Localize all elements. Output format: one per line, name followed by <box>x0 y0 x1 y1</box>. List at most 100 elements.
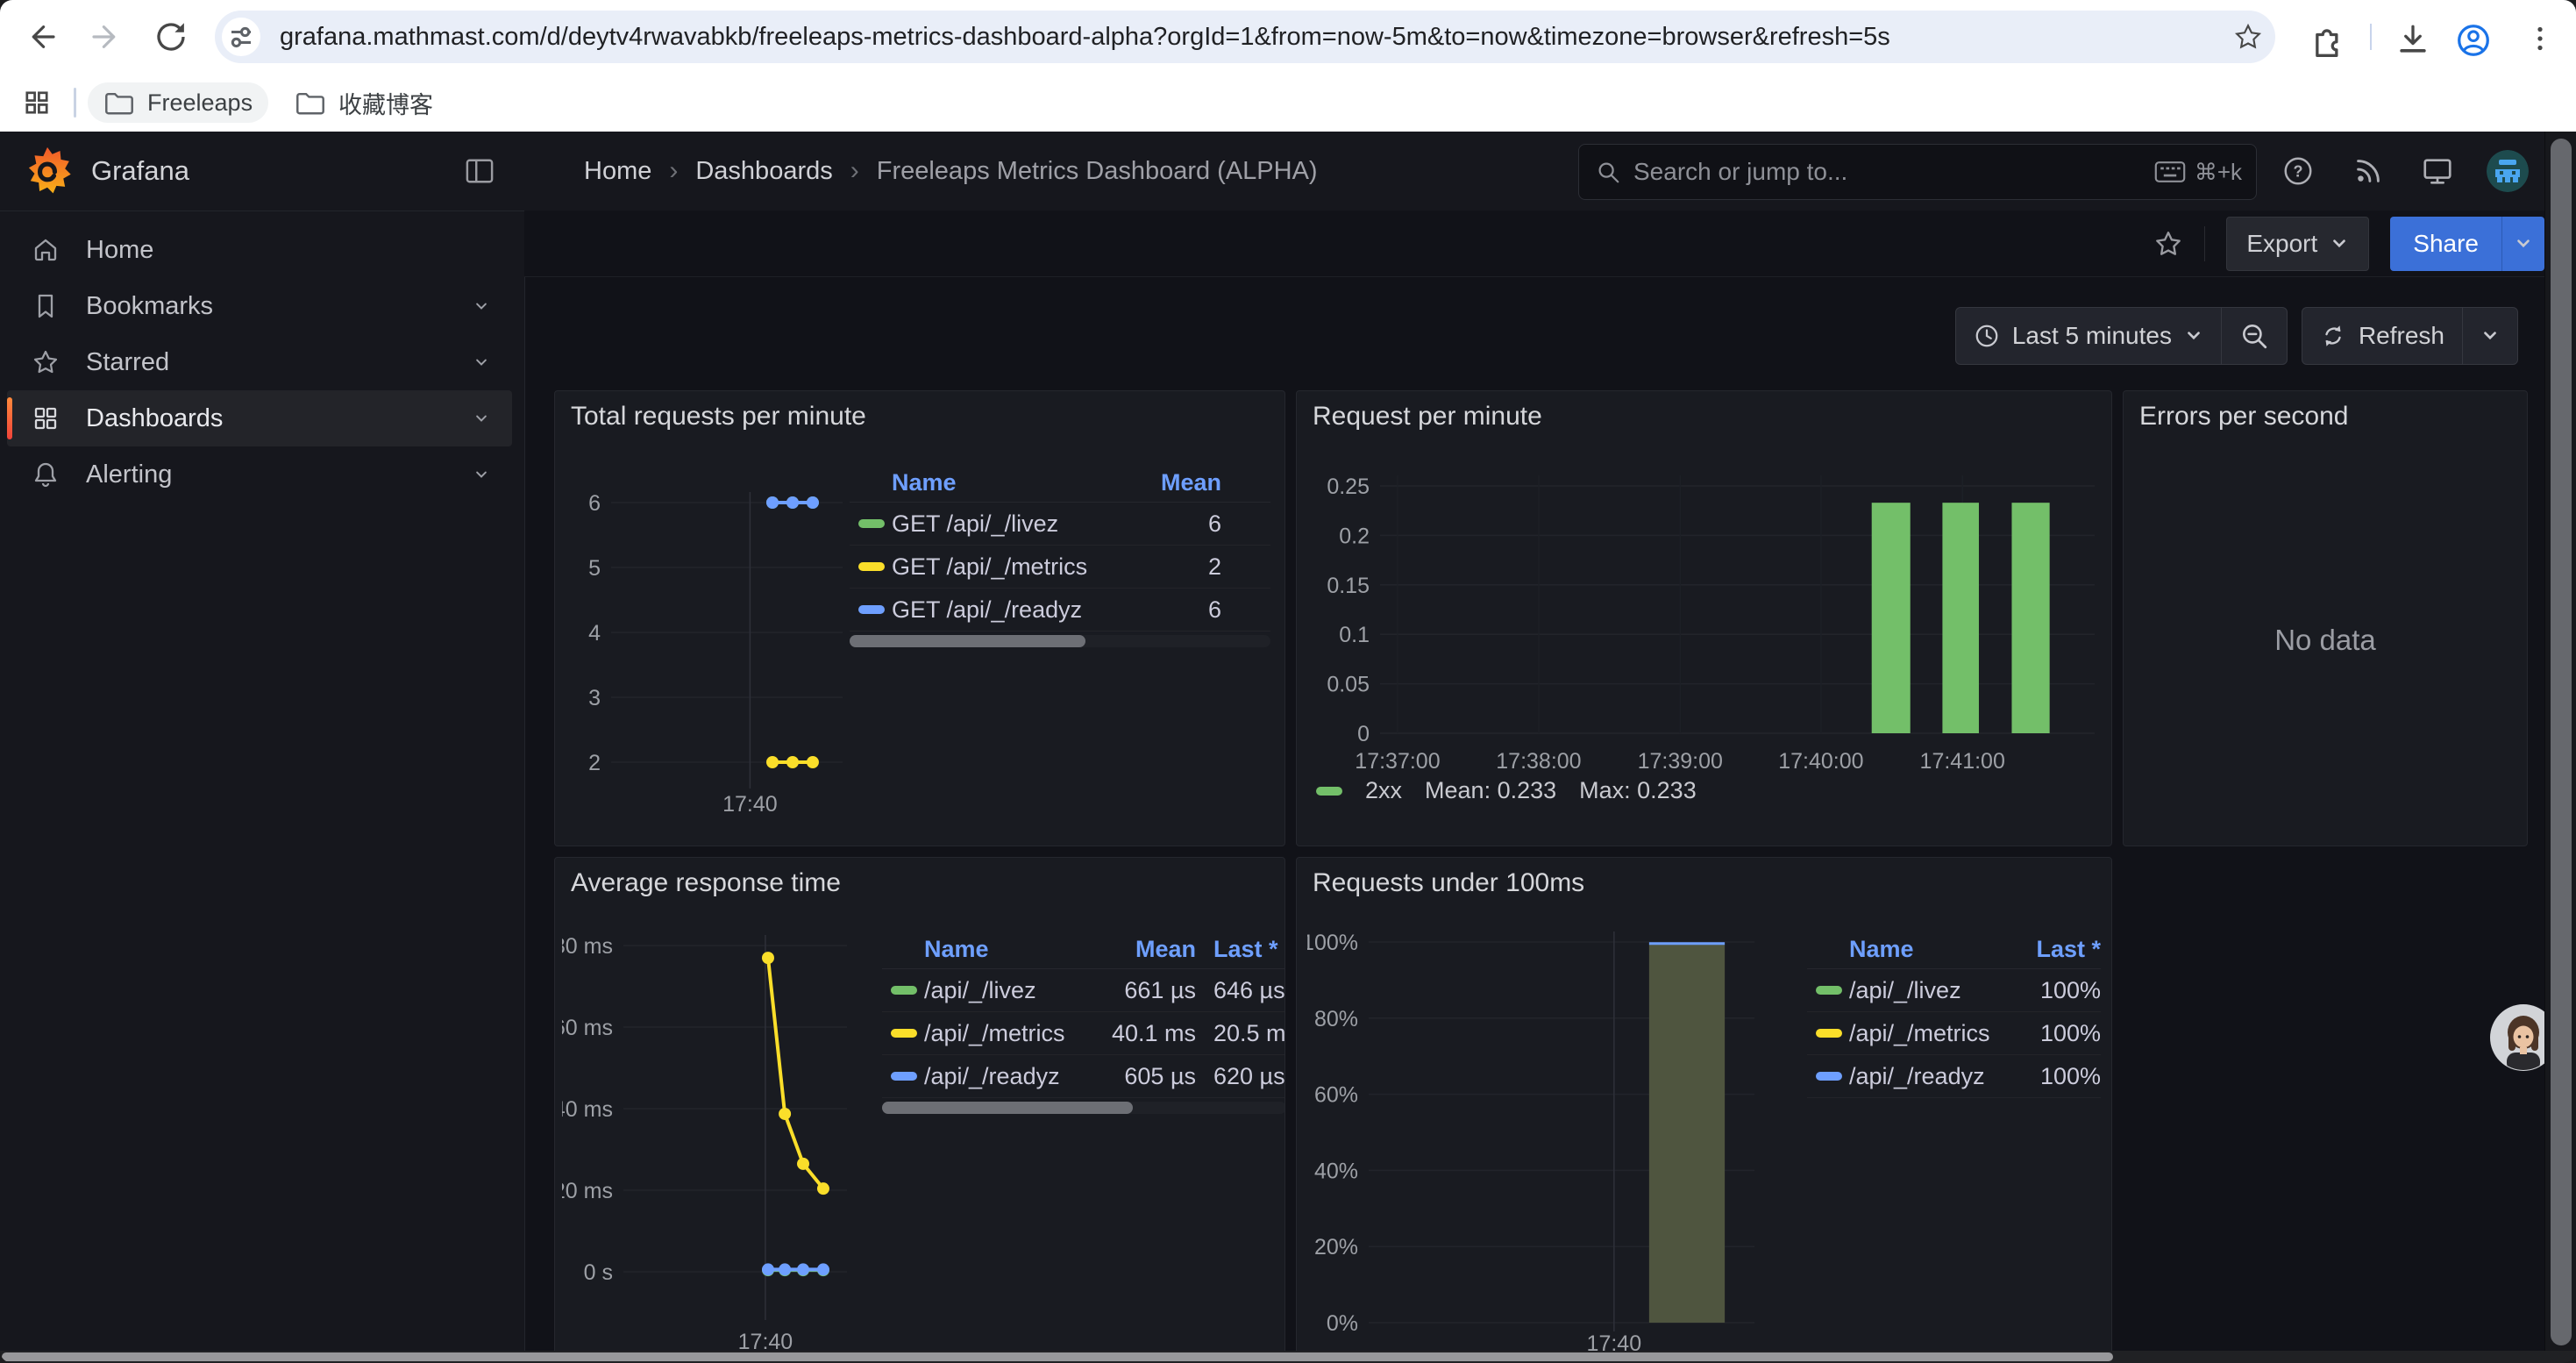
col-mean[interactable]: Mean <box>1116 469 1221 496</box>
scrollbar-thumb[interactable] <box>882 1102 1133 1114</box>
forward-icon[interactable] <box>88 18 125 55</box>
profile-icon[interactable] <box>2453 20 2494 61</box>
bookmark-folder-blogs[interactable]: 收藏博客 <box>279 82 449 123</box>
scrollbar-thumb[interactable] <box>850 635 1085 647</box>
sidebar-item-alerting[interactable]: Alerting <box>7 446 512 503</box>
col-name[interactable]: Name <box>1849 936 2004 963</box>
series-color-pill[interactable] <box>858 605 885 614</box>
bookmark-icon <box>32 292 60 320</box>
search-shortcut: ⌘+k <box>2154 159 2242 186</box>
legend-hscrollbar[interactable] <box>882 1102 1285 1114</box>
series-name[interactable]: /api/_/metrics <box>924 1020 1082 1047</box>
series-last: 620 µs <box>1213 1063 1285 1090</box>
series-color-pill[interactable] <box>858 562 885 571</box>
sidebar-item-home[interactable]: Home <box>7 222 512 278</box>
dock-sidebar-icon[interactable] <box>465 157 495 185</box>
svg-text:6: 6 <box>588 491 601 516</box>
share-button[interactable]: Share <box>2390 217 2501 271</box>
apps-grid-icon[interactable] <box>23 89 51 117</box>
bookmark-folder-freeleaps[interactable]: Freeleaps <box>88 82 268 123</box>
series-color-pill[interactable] <box>1316 787 1342 796</box>
series-name[interactable]: /api/_/metrics <box>1849 1020 2004 1047</box>
refresh-interval-button[interactable] <box>2462 308 2517 364</box>
bookmarks-bar: Freeleaps 收藏博客 <box>0 74 2576 132</box>
star-icon <box>32 348 60 376</box>
panel-title[interactable]: Requests under 100ms <box>1313 868 1584 898</box>
series-color-pill[interactable] <box>858 519 885 528</box>
series-color-pill[interactable] <box>891 1029 917 1038</box>
help-icon[interactable]: ? <box>2281 154 2315 188</box>
series-name[interactable]: GET /api/_/readyz <box>892 596 1116 624</box>
url-bar[interactable]: grafana.mathmast.com/d/deytv4rwavabkb/fr… <box>215 11 2275 63</box>
site-settings-icon[interactable] <box>222 18 260 56</box>
time-range-picker[interactable]: Last 5 minutes <box>1956 308 2221 364</box>
series-name[interactable]: 2xx <box>1365 777 1402 804</box>
series-name[interactable]: /api/_/readyz <box>924 1063 1082 1090</box>
news-rss-icon[interactable] <box>2352 154 2385 188</box>
scrollbar-thumb[interactable] <box>2551 139 2572 1345</box>
series-name[interactable]: /api/_/livez <box>924 977 1082 1004</box>
sidebar-item-starred[interactable]: Starred <box>7 334 512 390</box>
panel-title[interactable]: Request per minute <box>1313 402 1542 432</box>
brand-name[interactable]: Grafana <box>91 132 189 211</box>
vertical-scrollbar[interactable] <box>2544 132 2576 1351</box>
breadcrumb-home[interactable]: Home <box>584 157 651 186</box>
user-avatar[interactable] <box>2487 150 2529 192</box>
panel-title[interactable]: Average response time <box>571 868 841 898</box>
legend-hscrollbar[interactable] <box>850 635 1270 647</box>
reload-icon[interactable] <box>153 18 189 55</box>
col-last[interactable]: Last * <box>2004 936 2101 963</box>
favorite-star-icon[interactable] <box>2153 229 2183 259</box>
series-name[interactable]: /api/_/livez <box>1849 977 2004 1004</box>
legend-header-row: Name Last * <box>1807 930 2101 969</box>
grafana-logo-icon[interactable] <box>21 145 74 197</box>
chevron-down-icon[interactable] <box>470 407 493 430</box>
series-mean: 661 µs <box>1082 977 1196 1004</box>
share-menu-button[interactable] <box>2501 217 2544 271</box>
percent-area-chart[interactable]: 100%80%60%40%20%0%17:40 <box>1307 922 1798 1363</box>
series-color-pill[interactable] <box>1816 1029 1842 1038</box>
bookmark-star-icon[interactable] <box>2233 22 2263 52</box>
pill-cell <box>850 519 892 528</box>
series-mean: 605 µs <box>1082 1063 1196 1090</box>
series-name[interactable]: /api/_/readyz <box>1849 1063 2004 1090</box>
col-name[interactable]: Name <box>924 936 1082 963</box>
response-time-line-chart[interactable]: 80 ms60 ms40 ms20 ms0 s17:40 <box>562 922 851 1363</box>
no-data-message: No data <box>2124 624 2527 657</box>
chevron-down-icon[interactable] <box>470 463 493 486</box>
svg-text:0.2: 0.2 <box>1339 524 1370 548</box>
series-color-pill[interactable] <box>1816 1072 1842 1081</box>
horizontal-scrollbar[interactable] <box>0 1351 2576 1363</box>
col-name[interactable]: Name <box>892 469 1116 496</box>
extensions-icon[interactable] <box>2306 20 2345 59</box>
series-color-pill[interactable] <box>891 1072 917 1081</box>
series-name[interactable]: GET /api/_/livez <box>892 510 1116 538</box>
col-mean[interactable]: Mean <box>1082 936 1196 963</box>
chevron-down-icon[interactable] <box>470 351 493 374</box>
sidebar-menu: Home Bookmarks Starred Dashboards Alerti <box>0 222 524 503</box>
series-color-pill[interactable] <box>1816 986 1842 995</box>
refresh-button[interactable]: Refresh <box>2302 308 2462 364</box>
chevron-down-icon[interactable] <box>470 295 493 318</box>
sidebar-item-dashboards[interactable]: Dashboards <box>7 390 512 446</box>
back-icon[interactable] <box>23 18 60 55</box>
series-mean-stat: Mean: 0.233 <box>1425 777 1556 804</box>
requests-bar-chart[interactable]: 0.250.20.150.10.05017:37:0017:38:0017:39… <box>1306 457 2099 783</box>
series-name[interactable]: GET /api/_/metrics <box>892 553 1116 581</box>
url-text[interactable]: grafana.mathmast.com/d/deytv4rwavabkb/fr… <box>280 11 2191 63</box>
export-button[interactable]: Export <box>2226 217 2369 271</box>
series-color-pill[interactable] <box>891 986 917 995</box>
sidebar-item-bookmarks[interactable]: Bookmarks <box>7 278 512 334</box>
col-last[interactable]: Last * <box>1213 936 1285 963</box>
downloads-icon[interactable] <box>2394 20 2432 59</box>
panel-title[interactable]: Total requests per minute <box>571 402 866 432</box>
monitor-icon[interactable] <box>2421 154 2454 188</box>
browser-menu-icon[interactable] <box>2522 20 2558 57</box>
panel-errors-per-second: Errors per second No data <box>2123 390 2528 846</box>
scrollbar-thumb[interactable] <box>2 1352 2113 1361</box>
zoom-out-button[interactable] <box>2221 308 2287 364</box>
breadcrumb-dashboards[interactable]: Dashboards <box>695 157 832 186</box>
search-input[interactable]: Search or jump to... ⌘+k <box>1578 144 2257 200</box>
requests-line-chart[interactable]: 6543217:40 <box>562 457 851 834</box>
panel-title[interactable]: Errors per second <box>2139 402 2348 432</box>
